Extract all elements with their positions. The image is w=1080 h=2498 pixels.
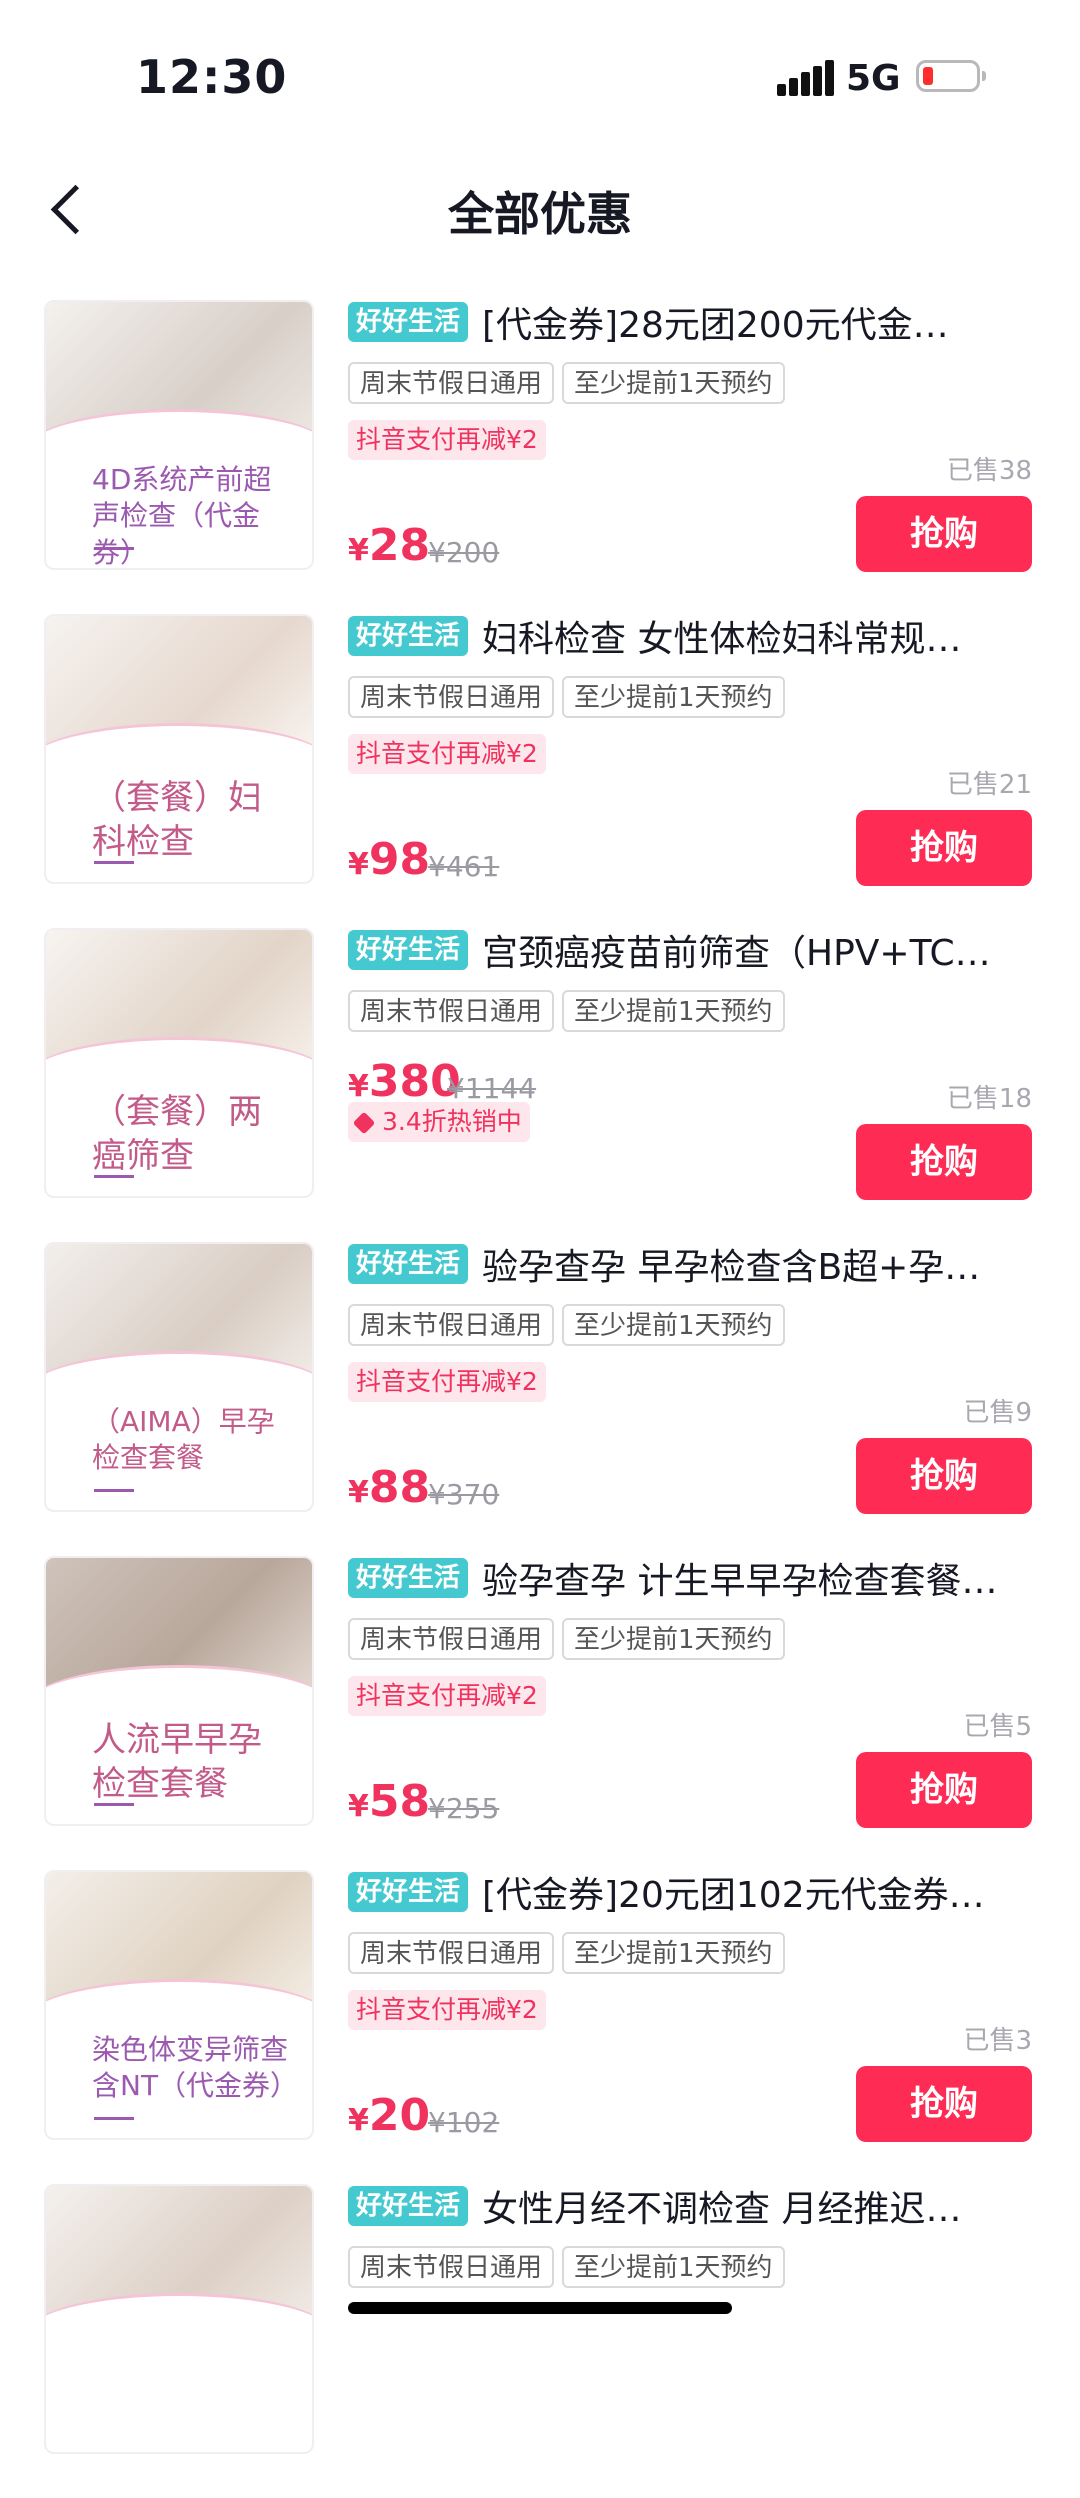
deal-item[interactable]: 染色体变异筛查含NT（代金券） 好好生活 [代金券]20元团102元代金券… 周…	[0, 1870, 1080, 2184]
deal-item[interactable]: 4D系统产前超声检查（代金券） 好好生活 [代金券]28元团200元代金… 周末…	[0, 300, 1080, 614]
deal-item[interactable]: 好好生活 女性月经不调检查 月经推迟… 周末节假日通用 至少提前1天预约	[0, 2184, 1080, 2498]
sold-count: 已售3	[963, 2026, 1032, 2056]
thumbnail-caption: （AIMA）早孕检查套餐	[92, 1405, 275, 1475]
battery-icon	[916, 60, 986, 92]
deal-price: ¥88	[348, 1462, 431, 1513]
thumbnail-caption: 4D系统产前超声检查（代金券）	[92, 463, 272, 569]
deal-title: [代金券]28元团200元代金…	[482, 305, 949, 346]
deal-item[interactable]: （套餐）两癌筛查 好好生活 宫颈癌疫苗前筛查（HPV+TC… 周末节假日通用 至少…	[0, 928, 1080, 1242]
deal-price: ¥58	[348, 1776, 431, 1827]
promo-badge: 抖音支付再减¥2	[348, 1676, 546, 1716]
thumbnail-caption: （套餐）妇科检查	[92, 778, 262, 863]
buy-button[interactable]: 抢购	[856, 2066, 1032, 2142]
tag-icon	[352, 1111, 376, 1135]
original-price: ¥200	[428, 536, 500, 569]
chip-weekend: 周末节假日通用	[348, 1304, 555, 1346]
thumbnail-caption: 人流早早孕检查套餐	[92, 1720, 262, 1805]
promo-badge: 抖音支付再减¥2	[348, 420, 546, 460]
chip-booking: 至少提前1天预约	[562, 990, 785, 1032]
page-title: 全部优惠	[448, 187, 632, 241]
sold-count: 已售5	[963, 1712, 1032, 1742]
sold-count: 已售21	[946, 770, 1032, 800]
sold-count: 已售38	[946, 456, 1032, 486]
brand-tag: 好好生活	[348, 1872, 469, 1912]
discount-badge: 3.4折热销中	[348, 1102, 530, 1142]
deal-item[interactable]: （套餐）妇科检查 好好生活 妇科检查 女性体检妇科常规… 周末节假日通用 至少提前…	[0, 614, 1080, 928]
chip-weekend: 周末节假日通用	[348, 362, 555, 404]
deal-thumbnail: （套餐）两癌筛查	[44, 928, 314, 1198]
nav-bar: 全部优惠	[0, 150, 1080, 270]
promo-badge: 抖音支付再减¥2	[348, 734, 546, 774]
deal-item[interactable]: （AIMA）早孕检查套餐 好好生活 验孕查孕 早孕检查含B超+孕… 周末节假日通…	[0, 1242, 1080, 1556]
chip-weekend: 周末节假日通用	[348, 990, 555, 1032]
status-time: 12:30	[136, 50, 288, 104]
buy-button[interactable]: 抢购	[856, 810, 1032, 886]
deal-thumbnail: 4D系统产前超声检查（代金券）	[44, 300, 314, 570]
brand-tag: 好好生活	[348, 930, 469, 970]
buy-button[interactable]: 抢购	[856, 496, 1032, 572]
chip-booking: 至少提前1天预约	[562, 1304, 785, 1346]
thumbnail-caption: （套餐）两癌筛查	[92, 1092, 262, 1177]
chip-weekend: 周末节假日通用	[348, 676, 555, 718]
deal-title: 妇科检查 女性体检妇科常规…	[482, 619, 962, 660]
deal-title: 验孕查孕 早孕检查含B超+孕…	[482, 1247, 981, 1288]
buy-button[interactable]: 抢购	[856, 1124, 1032, 1200]
chip-weekend: 周末节假日通用	[348, 1618, 555, 1660]
brand-tag: 好好生活	[348, 302, 469, 342]
deal-title: 女性月经不调检查 月经推迟…	[482, 2189, 962, 2230]
home-indicator	[348, 2302, 732, 2314]
chip-booking: 至少提前1天预约	[562, 1618, 785, 1660]
brand-tag: 好好生活	[348, 2186, 469, 2226]
status-bar: 12:30 5G	[0, 0, 1080, 150]
deal-price: ¥98	[348, 834, 431, 885]
network-type: 5G	[846, 58, 901, 99]
chip-weekend: 周末节假日通用	[348, 1932, 555, 1974]
deal-price: ¥20	[348, 2090, 431, 2141]
brand-tag: 好好生活	[348, 1558, 469, 1598]
signal-icon	[777, 60, 835, 96]
sold-count: 已售9	[963, 1398, 1032, 1428]
original-price: ¥102	[428, 2106, 500, 2139]
deal-thumbnail	[44, 2184, 314, 2454]
promo-badge: 抖音支付再减¥2	[348, 1362, 546, 1402]
deal-title: [代金券]20元团102元代金券…	[482, 1875, 985, 1916]
original-price: ¥1144	[447, 1072, 537, 1105]
original-price: ¥370	[428, 1478, 500, 1511]
deal-title: 宫颈癌疫苗前筛查（HPV+TC…	[482, 933, 991, 974]
thumbnail-caption: 染色体变异筛查含NT（代金券）	[92, 2033, 299, 2103]
brand-tag: 好好生活	[348, 616, 469, 656]
chip-booking: 至少提前1天预约	[562, 1932, 785, 1974]
deal-thumbnail: （套餐）妇科检查	[44, 614, 314, 884]
buy-button[interactable]: 抢购	[856, 1438, 1032, 1514]
chip-booking: 至少提前1天预约	[562, 676, 785, 718]
sold-count: 已售18	[946, 1084, 1032, 1114]
chip-booking: 至少提前1天预约	[562, 362, 785, 404]
chip-booking: 至少提前1天预约	[562, 2246, 785, 2288]
deal-price: ¥28	[348, 520, 431, 571]
deal-thumbnail: 人流早早孕检查套餐	[44, 1556, 314, 1826]
deal-title: 验孕查孕 计生早早孕检查套餐…	[482, 1561, 998, 1602]
brand-tag: 好好生活	[348, 1244, 469, 1284]
promo-badge: 抖音支付再减¥2	[348, 1990, 546, 2030]
deal-item[interactable]: 人流早早孕检查套餐 好好生活 验孕查孕 计生早早孕检查套餐… 周末节假日通用 至少…	[0, 1556, 1080, 1870]
deal-price: ¥380	[348, 1056, 461, 1107]
original-price: ¥255	[428, 1792, 500, 1825]
chip-weekend: 周末节假日通用	[348, 2246, 555, 2288]
deal-thumbnail: 染色体变异筛查含NT（代金券）	[44, 1870, 314, 2140]
original-price: ¥461	[428, 850, 500, 883]
deal-thumbnail: （AIMA）早孕检查套餐	[44, 1242, 314, 1512]
buy-button[interactable]: 抢购	[856, 1752, 1032, 1828]
